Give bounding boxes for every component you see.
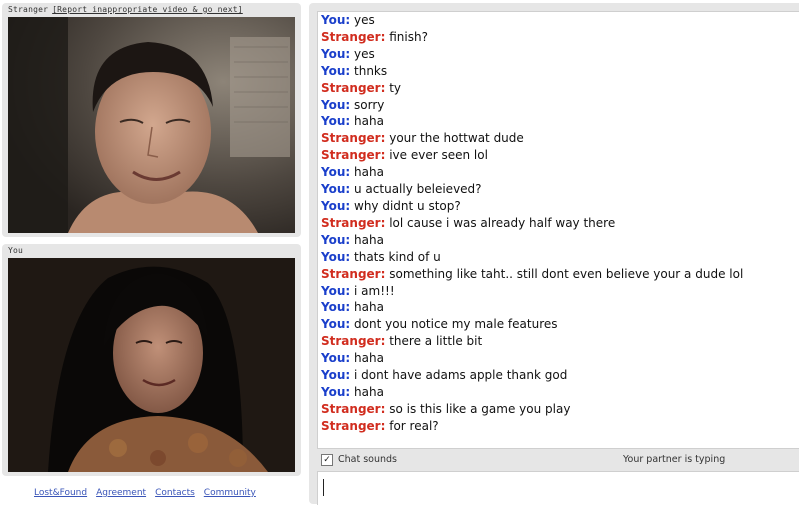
message-text: haha [354,300,384,315]
message-text: your the hottwat dude [389,131,524,146]
message-sender: You: [321,198,351,213]
chat-message: You: haha [318,299,799,316]
you-video [8,258,295,472]
you-panel-header: You [8,246,23,255]
message-text: for real? [389,418,439,433]
message-sender: Stranger: [321,80,386,95]
message-sender: Stranger: [321,29,386,44]
chat-message: You: haha [318,232,799,249]
message-sender: You: [321,351,351,366]
chat-sounds-checkbox[interactable]: ✓ [321,454,333,466]
message-text: sorry [354,97,385,112]
message-sender: You: [321,249,351,264]
chat-message: Stranger: finish? [318,29,799,46]
chat-message: You: thnks [318,63,799,80]
message-text: haha [354,351,384,366]
message-sender: Stranger: [321,215,386,230]
report-video-link[interactable]: [Report inappropriate video & go next] [52,5,243,14]
chat-sounds-label: Chat sounds [338,454,398,465]
message-sender: Stranger: [321,266,386,281]
message-text: thats kind of u [354,249,441,264]
message-sender: You: [321,114,351,129]
message-sender: Stranger: [321,148,386,163]
text-caret [323,479,324,496]
chat-message: You: haha [318,113,799,130]
typing-status: Your partner is typing [623,454,726,465]
message-sender: You: [321,232,351,247]
footer-link-community[interactable]: Community [204,488,256,498]
message-text: lol cause i was already half way there [389,215,616,230]
message-sender: You: [321,13,351,27]
message-text: there a little bit [389,334,483,349]
message-text: haha [354,114,384,129]
chat-message: You: i am!!! [318,283,799,300]
message-text: dont you notice my male features [354,317,558,332]
message-text: something like taht.. still dont even be… [389,266,744,281]
you-video-image [8,258,295,472]
message-sender: You: [321,384,351,399]
chat-message: Stranger: lol cause i was already half w… [318,215,799,232]
chat-panel: You: yes Stranger: finish? You: yes You: th… [309,3,799,505]
chat-message: You: yes [318,46,799,63]
message-text: i dont have adams apple thank god [354,368,568,383]
chat-message: You: haha [318,350,799,367]
message-sender: You: [321,165,351,180]
chat-message: You: sorry [318,97,799,114]
stranger-video [8,17,295,233]
message-sender: You: [321,317,351,332]
footer-links: Lost&Found Agreement Contacts Community [34,488,265,498]
you-label: You [8,246,24,255]
message-sender: You: [321,300,351,315]
chat-message: You: why didnt u stop? [318,198,799,215]
message-text: u actually beleieved? [354,182,482,197]
chat-message: Stranger: for real? [318,418,799,435]
message-sender: You: [321,283,351,298]
chat-message: You: haha [318,164,799,181]
chat-message: Stranger: there a little bit [318,333,799,350]
chat-message: You: i dont have adams apple thank god [318,367,799,384]
chat-message: Stranger: ive ever seen lol [318,147,799,164]
chat-message: You: yes [318,12,799,29]
message-sender: You: [321,368,351,383]
chat-message: You: dont you notice my male features [318,316,799,333]
stranger-video-panel: Stranger [Report inappropriate video & go… [2,3,301,237]
message-text: haha [354,165,384,180]
chat-message: You: haha [318,384,799,401]
chat-message: You: u actually beleieved? [318,181,799,198]
message-text: yes [354,13,375,27]
footer-link-agreement[interactable]: Agreement [96,488,146,498]
message-sender: You: [321,63,351,78]
you-video-panel: You [2,244,301,476]
message-sender: Stranger: [321,418,386,433]
message-text: so is this like a game you play [389,401,571,416]
stranger-label: Stranger [8,5,49,14]
message-text: yes [354,46,375,61]
message-text: thnks [354,63,388,78]
chat-message: Stranger: ty [318,80,799,97]
message-text: haha [354,232,384,247]
message-text: finish? [389,29,428,44]
message-input[interactable] [317,471,799,505]
stranger-video-image [8,17,295,233]
message-sender: You: [321,46,351,61]
message-text: i am!!! [354,283,395,298]
message-sender: You: [321,182,351,197]
chat-message: You: thats kind of u [318,249,799,266]
chat-status-bar: ✓ Chat sounds Your partner is typing [317,451,799,469]
message-text: ty [389,80,402,95]
message-text: why didnt u stop? [354,198,461,213]
chat-message: Stranger: so is this like a game you pla… [318,401,799,418]
footer-link-contacts[interactable]: Contacts [155,488,195,498]
message-sender: Stranger: [321,334,386,349]
message-sender: Stranger: [321,401,386,416]
message-text: haha [354,384,384,399]
footer-link-lost-found[interactable]: Lost&Found [34,488,87,498]
stranger-panel-header: Stranger [Report inappropriate video & go… [8,5,243,14]
message-sender: Stranger: [321,131,386,146]
message-text: ive ever seen lol [389,148,488,163]
chat-log[interactable]: You: yes Stranger: finish? You: yes You: th… [317,11,799,449]
message-sender: You: [321,97,351,112]
chat-message: Stranger: your the hottwat dude [318,130,799,147]
chat-message: Stranger: something like taht.. still do… [318,266,799,283]
